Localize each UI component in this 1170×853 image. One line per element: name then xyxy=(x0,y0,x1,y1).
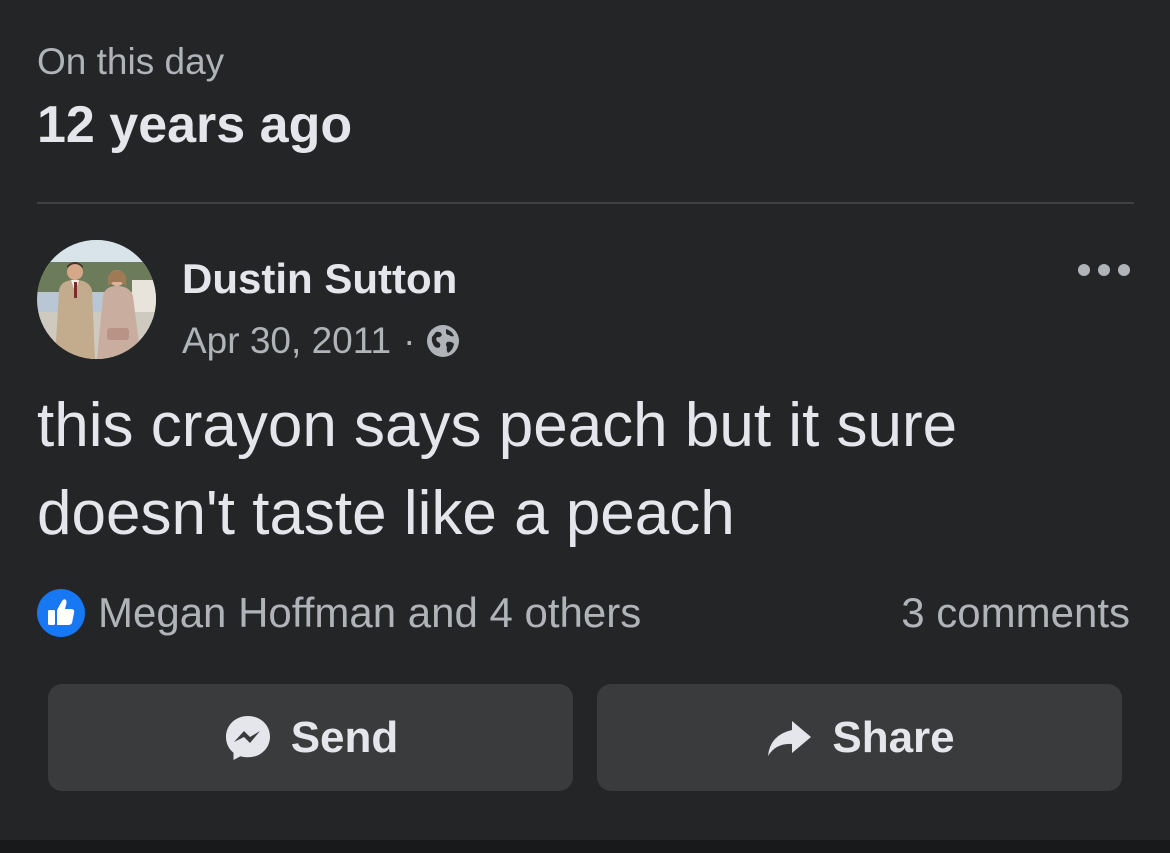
share-button[interactable]: Share xyxy=(597,684,1122,791)
post-date[interactable]: Apr 30, 2011 xyxy=(182,320,391,362)
divider xyxy=(37,202,1134,204)
avatar[interactable] xyxy=(37,240,156,359)
send-label: Send xyxy=(290,712,399,762)
avatar-photo xyxy=(37,240,156,359)
post-author[interactable]: Dustin Sutton xyxy=(182,254,457,304)
share-arrow-icon xyxy=(768,720,812,756)
memory-label: On this day xyxy=(37,41,225,82)
post-text: this crayon says peach but it sure doesn… xyxy=(37,391,958,548)
bottom-edge xyxy=(0,840,1170,853)
memory-title: 12 years ago xyxy=(37,96,353,154)
reaction-summary[interactable]: Megan Hoffman and 4 others xyxy=(37,588,641,638)
post-meta: Apr 30, 2011 · xyxy=(182,318,461,364)
share-label: Share xyxy=(832,712,955,762)
comments-count[interactable]: 3 comments xyxy=(901,588,1130,638)
messenger-icon xyxy=(225,715,270,760)
memory-card: On this day 12 years ago Dustin Sutton A… xyxy=(0,0,1170,840)
like-icon xyxy=(37,589,85,637)
globe-icon[interactable] xyxy=(425,323,461,359)
more-options-icon[interactable] xyxy=(1076,258,1132,282)
reaction-text[interactable]: Megan Hoffman and 4 others xyxy=(98,589,641,637)
meta-separator: · xyxy=(403,320,416,361)
send-button[interactable]: Send xyxy=(48,684,573,791)
